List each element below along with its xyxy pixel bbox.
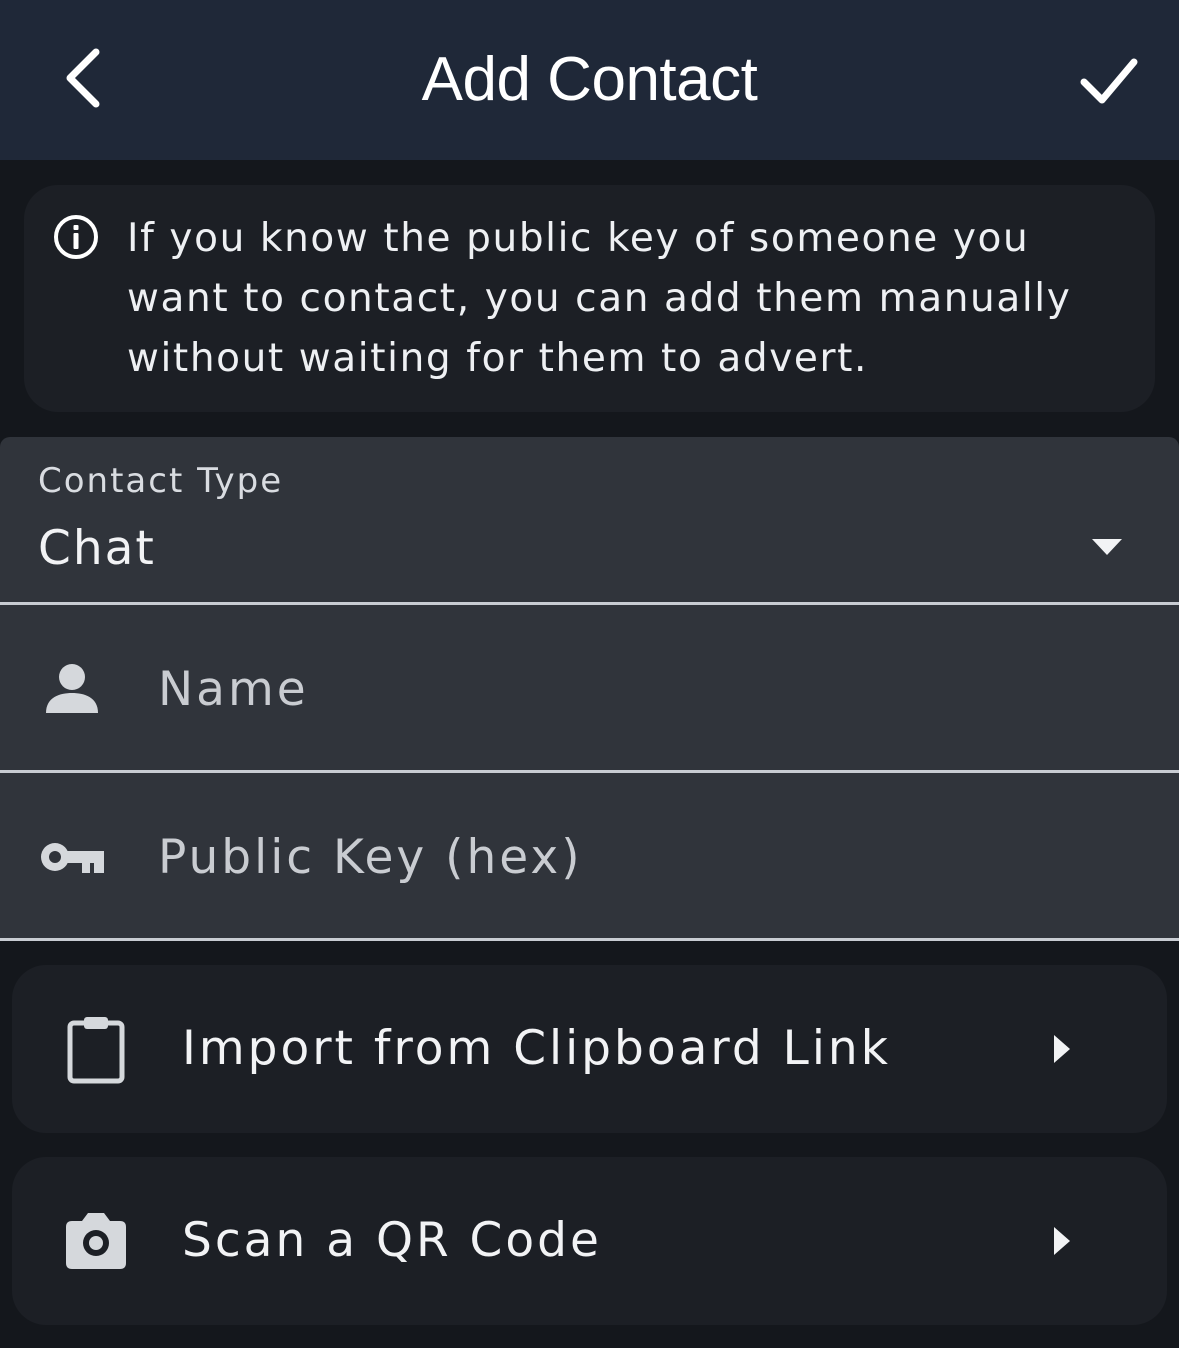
page-title: Add Contact [421, 45, 758, 114]
info-icon [54, 215, 98, 259]
check-icon [1080, 58, 1138, 104]
dropdown-arrow-icon [1092, 539, 1122, 555]
info-card: If you know the public key of someone yo… [24, 185, 1155, 412]
import-clipboard-label: Import from Clipboard Link [182, 1021, 891, 1076]
scan-qr-label: Scan a QR Code [182, 1213, 602, 1268]
chevron-right-icon [1054, 1035, 1070, 1063]
person-icon [46, 664, 98, 713]
contact-type-label: Contact Type [38, 461, 284, 501]
public-key-input[interactable] [158, 825, 1138, 889]
import-clipboard-button[interactable]: Import from Clipboard Link [12, 965, 1167, 1133]
scan-qr-button[interactable]: Scan a QR Code [12, 1157, 1167, 1325]
name-input[interactable] [158, 657, 1138, 721]
contact-type-value: Chat [38, 521, 156, 576]
camera-icon [66, 1213, 126, 1269]
save-contact-button[interactable] [1070, 44, 1146, 114]
app-header: Add Contact [0, 0, 1179, 160]
clipboard-icon [67, 1017, 125, 1084]
contact-type-dropdown[interactable]: Contact Type Chat [0, 437, 1179, 605]
info-message: If you know the public key of someone yo… [127, 216, 1072, 381]
public-key-field[interactable] [0, 773, 1179, 941]
key-icon [41, 843, 104, 873]
name-field[interactable] [0, 605, 1179, 773]
chevron-right-icon [1054, 1227, 1070, 1255]
